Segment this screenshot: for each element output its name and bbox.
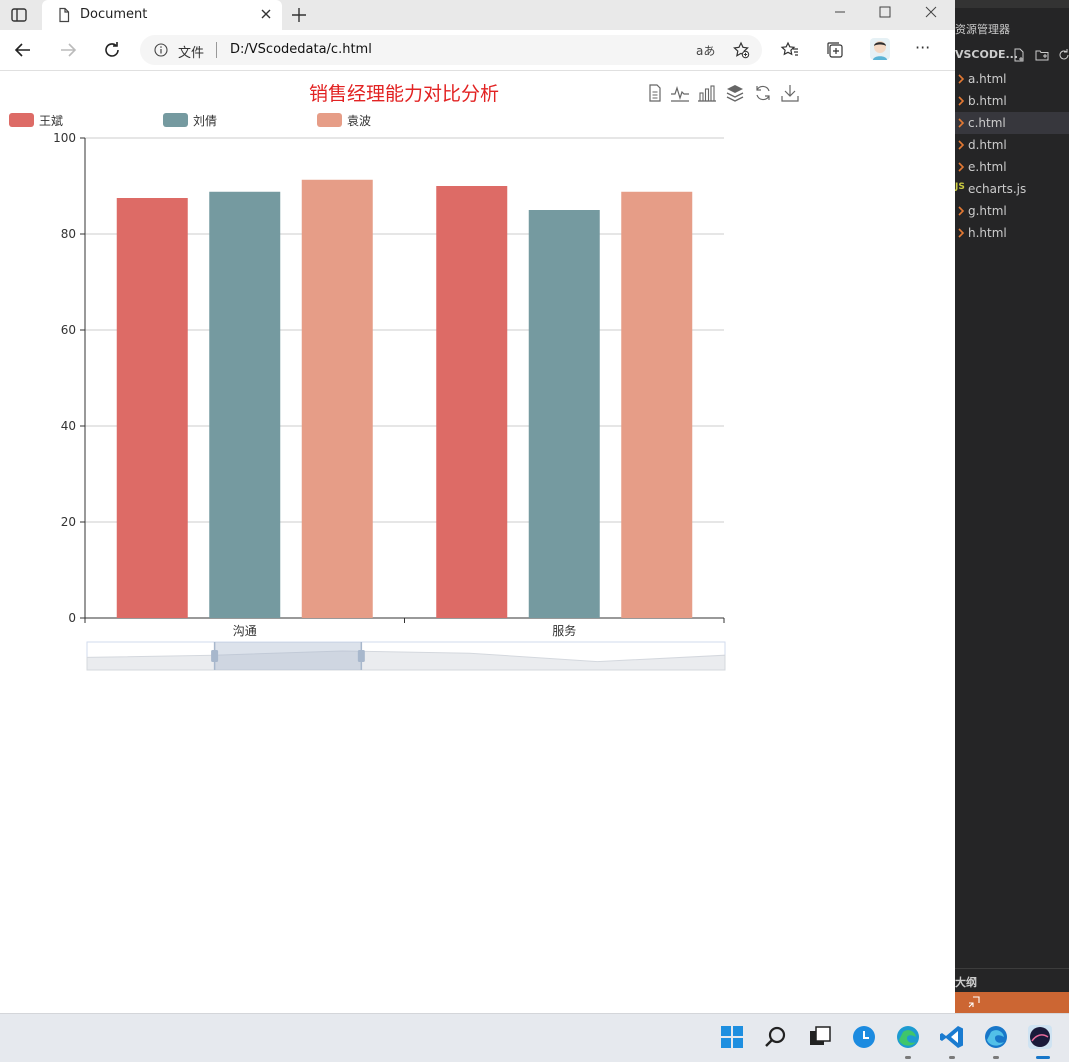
address-url[interactable]: D:/VScodedata/c.html bbox=[230, 42, 372, 57]
html-file-icon bbox=[958, 74, 965, 84]
browser-toolbar: 文件 D:/VScodedata/c.html aあ ··· bbox=[0, 30, 955, 71]
taskbar bbox=[0, 1013, 1069, 1062]
y-tick-label: 0 bbox=[68, 611, 76, 625]
bar-刘倩-沟通[interactable] bbox=[209, 191, 281, 618]
translate-button[interactable]: aあ bbox=[696, 42, 715, 59]
tab-actions-icon[interactable] bbox=[10, 6, 28, 24]
bar-王斌-沟通[interactable] bbox=[116, 198, 188, 618]
y-tick-label: 80 bbox=[61, 227, 76, 241]
address-bar[interactable]: 文件 D:/VScodedata/c.html aあ bbox=[140, 35, 762, 65]
bar-刘倩-服务[interactable] bbox=[528, 210, 600, 618]
x-category-label: 服务 bbox=[552, 623, 576, 638]
page-icon bbox=[59, 7, 70, 23]
y-tick-label: 100 bbox=[53, 131, 76, 145]
file-item-g-html[interactable]: g.html bbox=[955, 200, 1069, 222]
refresh-icon[interactable] bbox=[102, 40, 122, 60]
profile-avatar[interactable] bbox=[870, 38, 890, 60]
new-tab-icon[interactable] bbox=[290, 6, 308, 24]
clock-app-icon[interactable] bbox=[850, 1023, 878, 1051]
file-item-b-html[interactable]: b.html bbox=[955, 90, 1069, 112]
file-name: c.html bbox=[968, 116, 1006, 130]
bar-王斌-服务[interactable] bbox=[436, 186, 508, 618]
task-view-icon[interactable] bbox=[806, 1023, 834, 1051]
minimize-icon[interactable] bbox=[830, 4, 850, 20]
search-icon[interactable] bbox=[762, 1023, 790, 1051]
file-item-c-html[interactable]: c.html bbox=[955, 112, 1069, 134]
bar-chart: 0 20 40 60 80 100 沟通 服务 bbox=[53, 131, 726, 671]
file-item-e-html[interactable]: e.html bbox=[955, 156, 1069, 178]
new-folder-icon[interactable] bbox=[1035, 48, 1049, 62]
file-name: g.html bbox=[968, 204, 1007, 218]
file-name: d.html bbox=[968, 138, 1007, 152]
html-file-icon bbox=[958, 162, 965, 172]
tab-title: Document bbox=[80, 7, 148, 22]
tab-bar: Document bbox=[0, 0, 955, 30]
running-indicator bbox=[993, 1056, 999, 1059]
x-category-label: 沟通 bbox=[233, 624, 257, 638]
html-file-icon bbox=[958, 140, 965, 150]
file-name: e.html bbox=[968, 160, 1007, 174]
new-file-icon[interactable] bbox=[1012, 48, 1026, 62]
close-icon[interactable] bbox=[258, 6, 274, 22]
outline-section[interactable]: 大纲 bbox=[955, 968, 1069, 991]
vscode-status-bar bbox=[955, 992, 1069, 1013]
address-separator bbox=[216, 42, 217, 58]
edge-beta-icon[interactable] bbox=[982, 1023, 1010, 1051]
wallpaper-app-icon[interactable] bbox=[1026, 1023, 1054, 1051]
file-name: echarts.js bbox=[968, 182, 1027, 196]
page-content: 销售经理能力对比分析 王斌 刘倩 袁波 0 20 40 60 80 100 沟通… bbox=[0, 71, 955, 1013]
browser-window: Document 文件 D:/VScodedata/c.html aあ ··· … bbox=[0, 0, 955, 1013]
edge-icon[interactable] bbox=[894, 1023, 922, 1051]
favorites-icon[interactable] bbox=[780, 40, 800, 60]
vscode-icon[interactable] bbox=[938, 1023, 966, 1051]
y-tick-label: 60 bbox=[61, 323, 76, 337]
collections-icon[interactable] bbox=[825, 40, 845, 60]
bar-袁波-服务[interactable] bbox=[621, 191, 693, 618]
html-file-icon bbox=[958, 118, 965, 128]
info-icon[interactable] bbox=[154, 43, 168, 57]
outline-label: 大纲 bbox=[955, 976, 977, 989]
datazoom-window[interactable] bbox=[214, 642, 362, 670]
window-close-icon[interactable] bbox=[921, 4, 941, 20]
running-indicator bbox=[949, 1056, 955, 1059]
html-file-icon bbox=[958, 228, 965, 238]
windows-start-icon[interactable] bbox=[718, 1023, 746, 1051]
file-item-h-html[interactable]: h.html bbox=[955, 222, 1069, 244]
js-file-icon: JS bbox=[955, 182, 965, 192]
address-scheme-label: 文件 bbox=[178, 46, 205, 61]
tab-document[interactable]: Document bbox=[42, 0, 282, 30]
y-tick-label: 40 bbox=[61, 419, 76, 433]
vscode-menu-strip bbox=[955, 0, 1069, 8]
datazoom-end-grip[interactable] bbox=[357, 650, 365, 662]
refresh-explorer-icon[interactable] bbox=[1057, 48, 1069, 62]
add-favorite-icon[interactable] bbox=[732, 41, 750, 59]
vscode-explorer-panel: 资源管理器 VSCODE... a.html b.html c.html d.html… bbox=[955, 0, 1069, 1013]
more-menu-button[interactable]: ··· bbox=[915, 38, 930, 57]
avatar-icon bbox=[873, 41, 887, 60]
file-item-echarts-js[interactable]: JS echarts.js bbox=[955, 178, 1069, 200]
running-indicator bbox=[905, 1056, 911, 1059]
datazoom-start-grip[interactable] bbox=[211, 650, 219, 662]
file-name: b.html bbox=[968, 94, 1007, 108]
file-name: h.html bbox=[968, 226, 1007, 240]
explorer-title: 资源管理器 bbox=[955, 23, 1010, 36]
html-file-icon bbox=[958, 96, 965, 106]
y-tick-label: 20 bbox=[61, 515, 76, 529]
remote-icon[interactable] bbox=[967, 995, 981, 1009]
forward-icon[interactable] bbox=[58, 40, 78, 60]
active-indicator bbox=[1036, 1056, 1050, 1059]
file-name: a.html bbox=[968, 72, 1007, 86]
bar-袁波-沟通[interactable] bbox=[301, 179, 373, 618]
file-item-d-html[interactable]: d.html bbox=[955, 134, 1069, 156]
workspace-folder[interactable]: VSCODE... bbox=[955, 48, 1018, 61]
back-icon[interactable] bbox=[13, 40, 33, 60]
html-file-icon bbox=[958, 206, 965, 216]
file-item-a-html[interactable]: a.html bbox=[955, 68, 1069, 90]
maximize-icon[interactable] bbox=[875, 4, 895, 20]
